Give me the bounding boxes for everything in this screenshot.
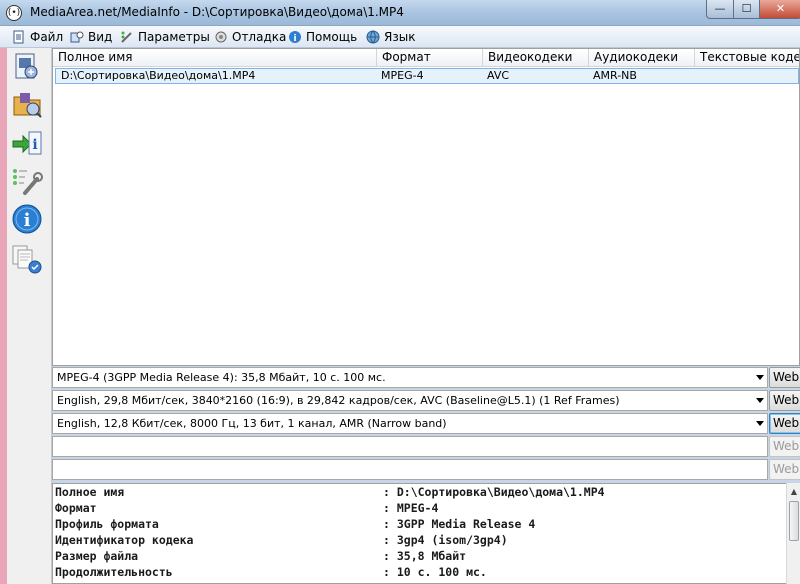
- maximize-button[interactable]: ☐: [733, 0, 760, 19]
- video-stream-value: English, 29,8 Мбит/сек, 3840*2160 (16:9)…: [57, 394, 620, 407]
- mediainfo-app-icon: (•): [6, 5, 22, 21]
- language-icon: [366, 30, 380, 44]
- file-icon: [13, 30, 24, 44]
- menu-bar: Файл Вид Параметры Отладка i Помощь Язык: [0, 26, 800, 48]
- other-stream-select[interactable]: [52, 459, 768, 480]
- svg-text:i: i: [24, 210, 31, 231]
- detail-key: Полное имя: [55, 485, 125, 499]
- details-pane[interactable]: Полное имя : D:\Сортировка\Видео\дома\1.…: [52, 483, 800, 584]
- detail-key: Профиль формата: [55, 517, 159, 531]
- other-web-button: Web: [769, 459, 800, 480]
- detail-value: : 3GPP Media Release 4: [383, 517, 536, 531]
- chevron-down-icon: [756, 421, 764, 426]
- menu-options[interactable]: Параметры: [120, 29, 210, 45]
- chevron-down-icon: [756, 398, 764, 403]
- detail-key: Идентификатор кодека: [55, 533, 194, 547]
- options-wrench-icon[interactable]: [11, 165, 43, 197]
- menu-file-label: Файл: [30, 30, 64, 44]
- detail-value: : 35,8 Мбайт: [383, 549, 467, 563]
- menu-view[interactable]: Вид: [70, 29, 112, 45]
- svg-text:i: i: [32, 137, 37, 153]
- video-web-button[interactable]: Web: [769, 390, 800, 411]
- menu-language-label: Язык: [384, 30, 416, 44]
- cell-text-codec: [696, 69, 796, 83]
- detail-key: Размер файла: [55, 549, 139, 563]
- detail-value: : D:\Сортировка\Видео\дома\1.MP4: [383, 485, 605, 499]
- export-icon[interactable]: i: [11, 127, 43, 159]
- cell-format: MPEG-4: [381, 69, 424, 82]
- menu-help[interactable]: i Помощь: [288, 29, 357, 45]
- desktop-edge: [0, 48, 7, 584]
- menu-view-label: Вид: [88, 30, 113, 44]
- menu-language[interactable]: Язык: [366, 29, 415, 45]
- column-video-codecs[interactable]: Видеокодеки: [483, 49, 589, 67]
- menu-file[interactable]: Файл: [12, 29, 63, 45]
- options-icon: [121, 31, 132, 43]
- detail-value: : 10 с. 100 мс.: [383, 565, 487, 579]
- cell-video-codec: AVC: [487, 69, 510, 82]
- details-scrollbar[interactable]: ▲: [786, 483, 800, 584]
- scroll-up-icon[interactable]: ▲: [788, 485, 800, 499]
- menu-options-label: Параметры: [138, 30, 210, 44]
- audio-stream-value: English, 12,8 Кбит/сек, 8000 Гц, 13 бит,…: [57, 417, 447, 430]
- list-header: Полное имя Формат Видеокодеки Аудиокодек…: [53, 49, 799, 67]
- help-icon: i: [289, 31, 301, 44]
- menu-debug[interactable]: Отладка: [214, 29, 286, 45]
- cell-full-name: D:\Сортировка\Видео\дома\1.MP4: [61, 69, 256, 82]
- video-stream-select[interactable]: English, 29,8 Мбит/сек, 3840*2160 (16:9)…: [52, 390, 768, 411]
- text-stream-select[interactable]: [52, 436, 768, 457]
- detail-value: : 3gp4 (isom/3gp4): [383, 533, 508, 547]
- audio-web-button[interactable]: Web: [769, 413, 800, 434]
- column-audio-codecs[interactable]: Аудиокодеки: [589, 49, 695, 67]
- svg-text:i: i: [293, 34, 296, 44]
- general-web-button[interactable]: Web: [769, 367, 800, 388]
- column-full-name[interactable]: Полное имя: [53, 49, 377, 67]
- minimize-button[interactable]: —: [706, 0, 734, 19]
- general-stream-value: MPEG-4 (3GPP Media Release 4): 35,8 Мбай…: [57, 371, 386, 384]
- detail-key: Продолжительность: [55, 565, 173, 579]
- column-text-codecs[interactable]: Текстовые кодеки: [695, 49, 799, 67]
- cell-audio-codec: AMR-NB: [593, 69, 637, 82]
- close-button[interactable]: ✕: [759, 0, 800, 19]
- view-icon: [70, 31, 84, 43]
- menu-help-label: Помощь: [306, 30, 358, 44]
- general-stream-select[interactable]: MPEG-4 (3GPP Media Release 4): 35,8 Мбай…: [52, 367, 768, 388]
- chevron-down-icon: [756, 375, 764, 380]
- audio-stream-select[interactable]: English, 12,8 Кбит/сек, 8000 Гц, 13 бит,…: [52, 413, 768, 434]
- debug-icon: [215, 31, 227, 43]
- open-folder-icon[interactable]: [11, 88, 43, 120]
- open-file-icon[interactable]: [11, 50, 43, 82]
- about-documents-icon[interactable]: [11, 243, 43, 275]
- scroll-thumb[interactable]: [789, 501, 799, 541]
- detail-key: Формат: [55, 501, 97, 515]
- title-bar[interactable]: (•) MediaArea.net/MediaInfo - D:\Сортиро…: [0, 0, 800, 26]
- text-web-button: Web: [769, 436, 800, 457]
- file-list[interactable]: Полное имя Формат Видеокодеки Аудиокодек…: [52, 48, 800, 366]
- table-row[interactable]: D:\Сортировка\Видео\дома\1.MP4 MPEG-4 AV…: [55, 68, 799, 84]
- info-icon[interactable]: i: [11, 203, 43, 235]
- menu-debug-label: Отладка: [232, 30, 287, 44]
- detail-value: : MPEG-4: [383, 501, 439, 515]
- column-format[interactable]: Формат: [377, 49, 483, 67]
- window-title: MediaArea.net/MediaInfo - D:\Сортировка\…: [30, 5, 404, 19]
